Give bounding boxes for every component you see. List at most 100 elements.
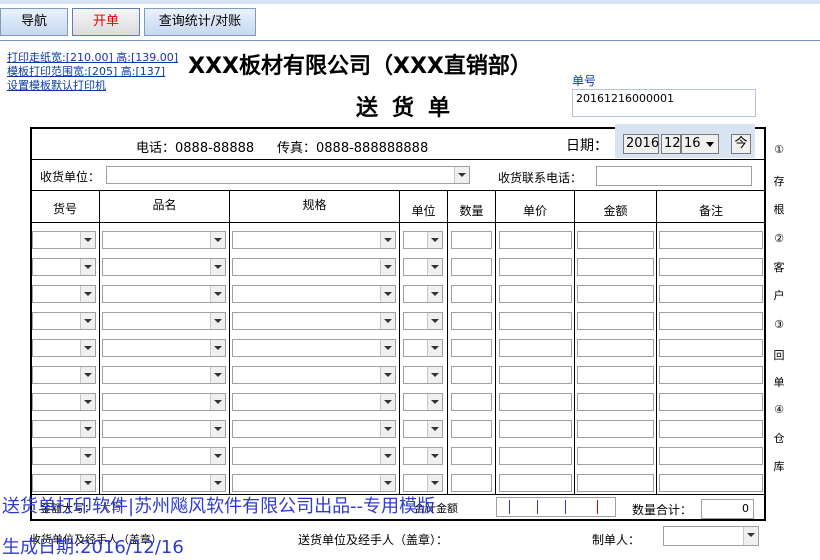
spec-select[interactable] [232, 258, 396, 276]
chevron-down-icon[interactable] [427, 448, 442, 464]
chevron-down-icon[interactable] [380, 232, 395, 248]
remark-input[interactable] [659, 285, 763, 303]
chevron-down-icon[interactable] [427, 475, 442, 491]
chevron-down-icon[interactable] [210, 340, 225, 356]
spec-select[interactable] [232, 312, 396, 330]
receiver-phone-input[interactable] [596, 166, 752, 186]
spec-select[interactable] [232, 366, 396, 384]
date-month[interactable]: 12 [661, 134, 681, 154]
unit-price-input[interactable] [499, 339, 572, 357]
unit-select[interactable] [403, 312, 443, 330]
quantity-input[interactable] [451, 447, 492, 465]
chevron-down-icon[interactable] [80, 232, 95, 248]
unit-price-input[interactable] [499, 258, 572, 276]
remark-input[interactable] [659, 231, 763, 249]
quantity-input[interactable] [451, 339, 492, 357]
chevron-down-icon[interactable] [380, 394, 395, 410]
receiver-select[interactable] [106, 166, 470, 184]
unit-price-input[interactable] [499, 393, 572, 411]
chevron-down-icon[interactable] [210, 313, 225, 329]
tab-new-order[interactable]: 开单 [72, 8, 140, 36]
quantity-input[interactable] [451, 366, 492, 384]
item-code-select[interactable] [32, 447, 96, 465]
today-button[interactable]: 今 [731, 134, 751, 154]
unit-select[interactable] [403, 231, 443, 249]
unit-select[interactable] [403, 366, 443, 384]
item-code-select[interactable] [32, 420, 96, 438]
chevron-down-icon[interactable] [380, 367, 395, 383]
item-code-select[interactable] [32, 231, 96, 249]
unit-price-input[interactable] [499, 420, 572, 438]
chevron-down-icon[interactable] [80, 313, 95, 329]
chevron-down-icon[interactable] [380, 448, 395, 464]
chevron-down-icon[interactable] [80, 394, 95, 410]
item-code-select[interactable] [32, 393, 96, 411]
unit-select[interactable] [403, 420, 443, 438]
remark-input[interactable] [659, 420, 763, 438]
unit-select[interactable] [403, 258, 443, 276]
default-printer-link[interactable]: 设置模板默认打印机 [7, 79, 178, 93]
product-name-select[interactable] [102, 231, 226, 249]
chevron-down-icon[interactable] [380, 313, 395, 329]
chevron-down-icon[interactable] [380, 475, 395, 491]
quantity-input[interactable] [451, 393, 492, 411]
amount-input[interactable] [577, 258, 654, 276]
quantity-input[interactable] [451, 231, 492, 249]
item-code-select[interactable] [32, 312, 96, 330]
product-name-select[interactable] [102, 339, 226, 357]
product-name-select[interactable] [102, 312, 226, 330]
remark-input[interactable] [659, 366, 763, 384]
unit-select[interactable] [403, 447, 443, 465]
chevron-down-icon[interactable] [80, 367, 95, 383]
chevron-down-icon[interactable] [210, 421, 225, 437]
unit-select[interactable] [403, 339, 443, 357]
remark-input[interactable] [659, 258, 763, 276]
amount-input[interactable] [577, 285, 654, 303]
spec-select[interactable] [232, 231, 396, 249]
amount-input[interactable] [577, 474, 654, 492]
chevron-down-icon[interactable] [427, 394, 442, 410]
quantity-input[interactable] [451, 420, 492, 438]
spec-select[interactable] [232, 339, 396, 357]
chevron-down-icon[interactable] [210, 232, 225, 248]
chevron-down-icon[interactable] [80, 421, 95, 437]
chevron-down-icon[interactable] [80, 475, 95, 491]
remark-input[interactable] [659, 312, 763, 330]
amount-input[interactable] [577, 393, 654, 411]
item-code-select[interactable] [32, 366, 96, 384]
tab-query-statistics[interactable]: 查询统计/对账 [144, 8, 256, 36]
total-amount-field[interactable] [496, 497, 616, 517]
unit-price-input[interactable] [499, 231, 572, 249]
spec-select[interactable] [232, 285, 396, 303]
remark-input[interactable] [659, 447, 763, 465]
product-name-select[interactable] [102, 474, 226, 492]
tab-navigation[interactable]: 导航 [0, 8, 68, 36]
amount-input[interactable] [577, 366, 654, 384]
chevron-down-icon[interactable] [427, 421, 442, 437]
chevron-down-icon[interactable] [427, 313, 442, 329]
chevron-down-icon[interactable] [210, 394, 225, 410]
amount-input[interactable] [577, 312, 654, 330]
chevron-down-icon[interactable] [454, 167, 469, 183]
chevron-down-icon[interactable] [210, 259, 225, 275]
spec-select[interactable] [232, 447, 396, 465]
spec-select[interactable] [232, 393, 396, 411]
remark-input[interactable] [659, 474, 763, 492]
amount-input[interactable] [577, 231, 654, 249]
unit-select[interactable] [403, 474, 443, 492]
chevron-down-icon[interactable] [210, 286, 225, 302]
chevron-down-icon[interactable] [427, 367, 442, 383]
qty-total-field[interactable]: 0 [701, 499, 754, 519]
chevron-down-icon[interactable] [427, 340, 442, 356]
date-year[interactable]: 2016 [623, 134, 659, 154]
amount-input[interactable] [577, 420, 654, 438]
chevron-down-icon[interactable] [380, 340, 395, 356]
chevron-down-icon[interactable] [80, 448, 95, 464]
maker-select[interactable] [663, 526, 759, 546]
unit-select[interactable] [403, 393, 443, 411]
product-name-select[interactable] [102, 420, 226, 438]
unit-price-input[interactable] [499, 312, 572, 330]
quantity-input[interactable] [451, 312, 492, 330]
unit-price-input[interactable] [499, 474, 572, 492]
quantity-input[interactable] [451, 258, 492, 276]
